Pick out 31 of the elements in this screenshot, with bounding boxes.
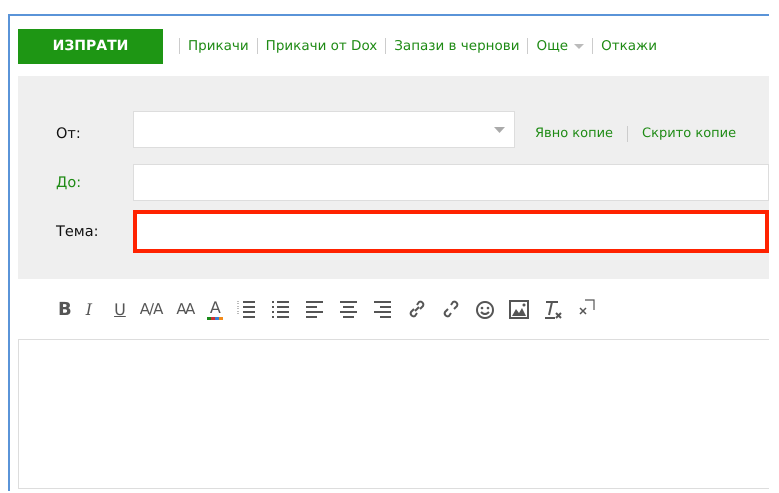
underline-button[interactable]: U bbox=[114, 300, 126, 318]
link-icon[interactable] bbox=[407, 299, 428, 319]
toolbar-link[interactable]: Запази в чернови bbox=[394, 38, 520, 54]
align-right-icon[interactable] bbox=[373, 299, 394, 319]
bold-button[interactable]: B bbox=[58, 298, 72, 320]
color-swatch-icon bbox=[207, 317, 224, 320]
numbered-list-icon[interactable] bbox=[237, 299, 258, 319]
field-label: Тема: bbox=[55, 224, 100, 240]
italic-button[interactable]: I bbox=[86, 300, 92, 318]
text-color-button[interactable]: A bbox=[207, 298, 224, 320]
toolbar-link[interactable]: Още bbox=[536, 38, 584, 54]
toolbar-link[interactable]: Прикачи от Dox bbox=[266, 38, 378, 54]
align-center-icon[interactable] bbox=[339, 299, 360, 319]
caret-icon bbox=[574, 44, 584, 48]
field-label[interactable]: До: bbox=[18, 174, 133, 190]
caret-icon bbox=[494, 126, 505, 132]
field-label: От: bbox=[55, 126, 82, 142]
align-left-icon[interactable] bbox=[305, 299, 326, 319]
toolbar-link[interactable]: Прикачи bbox=[188, 38, 249, 54]
toolbar-link[interactable]: Скрито копие bbox=[642, 126, 736, 141]
bullet-list-icon[interactable] bbox=[271, 299, 292, 319]
toolbar-link[interactable]: Явно копие bbox=[535, 126, 614, 141]
unlink-icon[interactable] bbox=[441, 299, 462, 319]
font-button[interactable]: A/A bbox=[140, 300, 162, 318]
toolbar-link[interactable]: Откажи bbox=[601, 38, 657, 54]
image-icon[interactable] bbox=[509, 299, 530, 319]
font-size-button[interactable]: AA bbox=[176, 300, 194, 318]
input-field[interactable] bbox=[133, 210, 769, 253]
clear-format-icon[interactable] bbox=[543, 299, 564, 319]
smiley-icon[interactable] bbox=[475, 299, 496, 319]
send-button[interactable]: ИЗПРАТИ bbox=[18, 28, 163, 64]
